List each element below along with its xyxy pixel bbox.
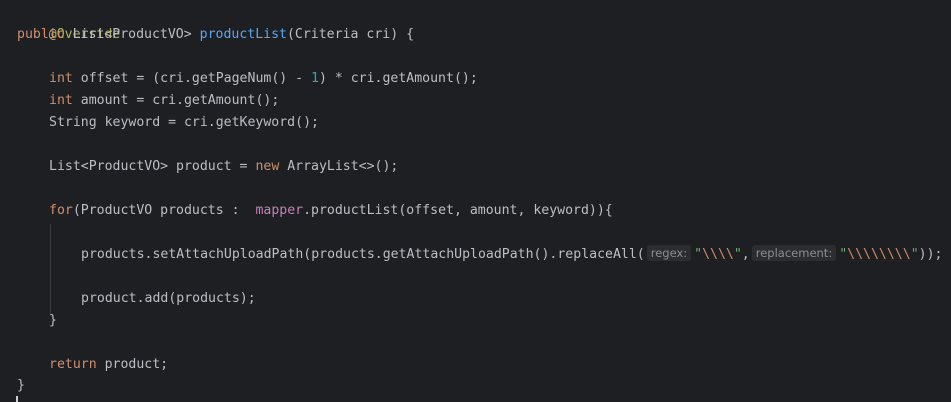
code-line-keyword: String keyword = cri.getKeyword(); xyxy=(49,112,319,134)
indent-guide xyxy=(50,224,51,316)
param-hint-regex: regex: xyxy=(646,245,692,261)
set-path-close: )); xyxy=(918,247,943,262)
text-caret xyxy=(16,396,18,402)
code-line-list-decl: List<ProductVO> product = new ArrayList<… xyxy=(49,156,398,178)
param-hint-replacement: replacement: xyxy=(751,245,837,261)
code-line-add: product.add(products); xyxy=(81,288,256,310)
offset-expr: offset = (cri.getPageNum() - xyxy=(72,71,312,86)
offset-expr-tail: ) * cri.getAmount(); xyxy=(318,71,478,86)
code-line-offset: int offset = (cri.getPageNum() - 1) * cr… xyxy=(49,68,478,90)
string-quote: " xyxy=(839,247,848,262)
string-quote: " xyxy=(733,247,742,262)
code-line-annotation: @Override xyxy=(17,2,120,42)
code-line-close-for: } xyxy=(49,310,57,332)
add-call: product.add(products); xyxy=(81,291,256,306)
keyword-for: for xyxy=(49,203,73,218)
keyword-decl: String keyword = cri.getKeyword(); xyxy=(49,115,319,130)
string-quote: " xyxy=(910,247,919,262)
code-line-method-signature: public List<ProductVO> productList(Crite… xyxy=(17,24,414,46)
string-escape-replacement: \\\\\\\\ xyxy=(847,247,911,262)
code-editor[interactable]: @Override public List<ProductVO> product… xyxy=(0,0,951,402)
string-escape-regex: \\\\ xyxy=(702,247,734,262)
field-mapper: mapper xyxy=(255,203,304,218)
amount-expr: amount = cri.getAmount(); xyxy=(72,93,280,108)
return-type: List<ProductVO> xyxy=(72,27,192,42)
keyword-return: return xyxy=(49,357,97,372)
keyword-new: new xyxy=(255,159,280,174)
code-line-return: return product; xyxy=(49,354,168,376)
return-expr: product; xyxy=(96,357,169,372)
set-path-call: products.setAttachUploadPath(products.ge… xyxy=(81,247,645,262)
for-head: (ProductVO products : xyxy=(72,203,256,218)
method-name: productList xyxy=(199,27,287,42)
close-brace: } xyxy=(17,378,25,393)
code-line-set-path: products.setAttachUploadPath(products.ge… xyxy=(81,244,942,266)
for-tail: .productList(offset, amount, keyword)){ xyxy=(303,203,613,218)
code-line-close-method: } xyxy=(17,375,25,397)
number-literal: 1 xyxy=(311,71,319,86)
keyword-public: public xyxy=(17,27,65,42)
list-decl-tail: ArrayList<>(); xyxy=(279,159,399,174)
code-line-amount: int amount = cri.getAmount(); xyxy=(49,90,279,112)
keyword-int: int xyxy=(49,71,73,86)
close-brace: } xyxy=(49,313,57,328)
comma: , xyxy=(741,247,750,262)
list-decl-head: List<ProductVO> product = xyxy=(49,159,256,174)
method-params: (Criteria cri) { xyxy=(286,27,415,42)
string-quote: " xyxy=(694,247,703,262)
code-line-for: for(ProductVO products : mapper.productL… xyxy=(49,200,613,222)
keyword-int: int xyxy=(49,93,73,108)
